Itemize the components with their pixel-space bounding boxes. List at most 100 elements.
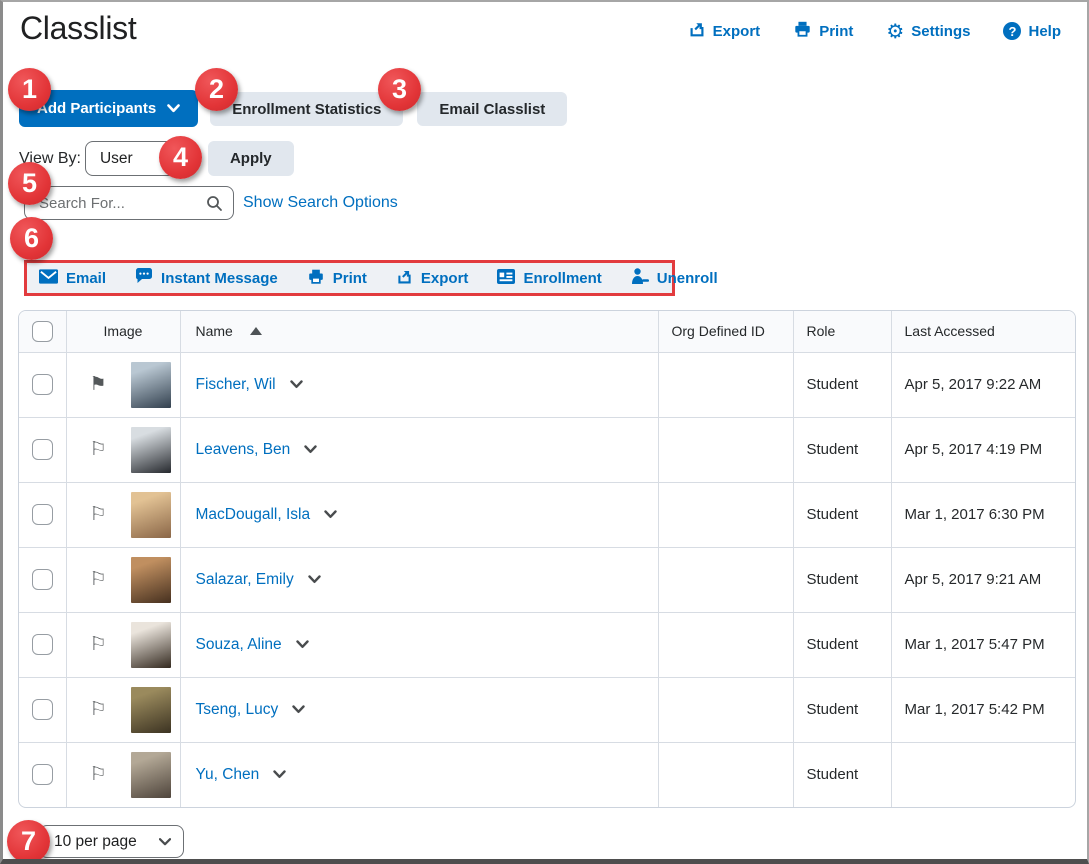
student-name-link[interactable]: Souza, Aline: [196, 636, 282, 654]
view-by-value: User: [99, 149, 133, 167]
role-cell: Student: [793, 481, 892, 547]
table-row: ⚑ Fischer, Wil Student Apr 5, 2017 9:22 …: [19, 351, 1075, 417]
search-input[interactable]: [37, 193, 204, 213]
toolbar-enrollment[interactable]: Enrollment: [497, 268, 602, 288]
column-header-org-id[interactable]: Org Defined ID: [658, 311, 794, 352]
export-link-label: Export: [712, 22, 761, 40]
row-checkbox[interactable]: [31, 439, 53, 460]
row-checkbox[interactable]: [31, 569, 53, 590]
org-defined-id-cell: [658, 481, 794, 547]
student-name-link[interactable]: Tseng, Lucy: [196, 701, 279, 719]
toolbar-unenroll[interactable]: Unenroll: [631, 268, 718, 288]
toolbar-instant-message[interactable]: Instant Message: [135, 268, 278, 288]
instant-message-icon: [135, 268, 153, 288]
flag-icon[interactable]: ⚐: [90, 440, 108, 459]
role-cell: Student: [793, 546, 892, 612]
print-link-label: Print: [819, 22, 854, 40]
toolbar-print[interactable]: Print: [307, 268, 367, 289]
chevron-down-icon[interactable]: [308, 575, 321, 584]
role-cell: Student: [793, 351, 892, 417]
export-icon: [396, 268, 413, 289]
role-cell: Student: [793, 676, 892, 742]
export-link[interactable]: Export: [688, 20, 761, 42]
page-title: Classlist: [20, 10, 137, 46]
view-by-row: View By: User Apply: [19, 141, 294, 176]
per-page-value: 10 per page: [54, 832, 137, 850]
table-header-row: Image Name Org Defined ID Role Last Acce…: [19, 311, 1075, 352]
annotation-circle-4: 4: [159, 136, 202, 179]
flag-icon[interactable]: ⚐: [90, 505, 108, 524]
help-link-label: Help: [1028, 22, 1061, 40]
primary-actions: Add Participants Enrollment Statistics E…: [19, 90, 568, 127]
org-defined-id-cell: [658, 676, 794, 742]
apply-button[interactable]: Apply: [207, 141, 294, 176]
role-cell: Student: [793, 611, 892, 677]
last-accessed-cell: Mar 1, 2017 5:42 PM: [891, 676, 1075, 742]
add-participants-label: Add Participants: [37, 100, 157, 117]
column-header-role[interactable]: Role: [793, 311, 892, 352]
avatar: [130, 621, 171, 668]
row-checkbox[interactable]: [31, 699, 53, 720]
column-header-last-accessed[interactable]: Last Accessed: [891, 311, 1075, 352]
student-name-link[interactable]: Salazar, Emily: [196, 571, 294, 589]
org-defined-id-cell: [658, 611, 794, 677]
student-name-link[interactable]: MacDougall, Isla: [196, 506, 311, 524]
enrollment-statistics-button[interactable]: Enrollment Statistics: [210, 92, 404, 126]
email-classlist-button[interactable]: Email Classlist: [417, 92, 568, 126]
annotation-circle-3: 3: [378, 68, 421, 111]
org-defined-id-cell: [658, 741, 794, 807]
column-header-name-label: Name: [195, 323, 233, 340]
toolbar-instant-message-label: Instant Message: [161, 269, 278, 287]
column-header-image[interactable]: Image: [66, 311, 181, 352]
student-name-link[interactable]: Yu, Chen: [196, 766, 260, 784]
row-checkbox[interactable]: [31, 374, 53, 395]
chevron-down-icon[interactable]: [304, 445, 317, 454]
avatar: [130, 491, 171, 538]
flag-icon[interactable]: ⚐: [90, 570, 108, 589]
avatar: [130, 556, 171, 603]
chevron-down-icon[interactable]: [295, 640, 309, 649]
export-icon: [688, 20, 706, 42]
chevron-down-icon[interactable]: [292, 705, 305, 714]
avatar: [130, 361, 171, 408]
student-name-link[interactable]: Fischer, Wil: [196, 376, 276, 394]
role-cell: Student: [793, 416, 892, 482]
toolbar-email[interactable]: Email: [39, 268, 106, 288]
toolbar-export-label: Export: [420, 269, 469, 287]
enrollment-icon: [497, 268, 516, 288]
chevron-down-icon[interactable]: [289, 380, 303, 389]
annotation-circle-7: 7: [7, 820, 50, 859]
select-all-checkbox[interactable]: [31, 320, 53, 342]
flag-icon[interactable]: ⚐: [90, 635, 108, 654]
flag-icon[interactable]: ⚐: [90, 765, 108, 784]
utility-bar: Export Print ⚙ Settings ? Help: [688, 20, 1061, 42]
last-accessed-cell: [891, 741, 1075, 807]
toolbar-print-label: Print: [332, 269, 367, 287]
toolbar-export[interactable]: Export: [396, 268, 469, 289]
org-defined-id-cell: [658, 546, 794, 612]
search-icon: [207, 195, 222, 211]
last-accessed-cell: Apr 5, 2017 4:19 PM: [891, 416, 1075, 482]
toolbar-unenroll-label: Unenroll: [656, 269, 718, 287]
print-icon: [307, 268, 325, 289]
show-search-options-link[interactable]: Show Search Options: [243, 194, 398, 212]
print-icon: [793, 20, 812, 42]
annotation-circle-2: 2: [195, 68, 238, 111]
per-page-select[interactable]: 10 per page: [39, 825, 184, 858]
chevron-down-icon[interactable]: [324, 510, 337, 519]
flag-icon[interactable]: ⚑: [90, 375, 108, 394]
search-button[interactable]: [204, 193, 225, 214]
settings-link[interactable]: ⚙ Settings: [886, 21, 970, 41]
row-checkbox[interactable]: [31, 504, 53, 525]
student-name-link[interactable]: Leavens, Ben: [196, 441, 291, 459]
row-checkbox[interactable]: [31, 764, 53, 786]
column-header-name[interactable]: Name: [180, 311, 659, 352]
chevron-down-icon[interactable]: [273, 770, 286, 779]
gear-icon: ⚙: [886, 19, 905, 43]
flag-icon[interactable]: ⚐: [90, 700, 108, 719]
org-defined-id-cell: [658, 351, 794, 417]
annotation-circle-6: 6: [10, 217, 53, 260]
help-link[interactable]: ? Help: [1003, 22, 1061, 40]
row-checkbox[interactable]: [31, 634, 53, 655]
print-link[interactable]: Print: [793, 20, 853, 42]
